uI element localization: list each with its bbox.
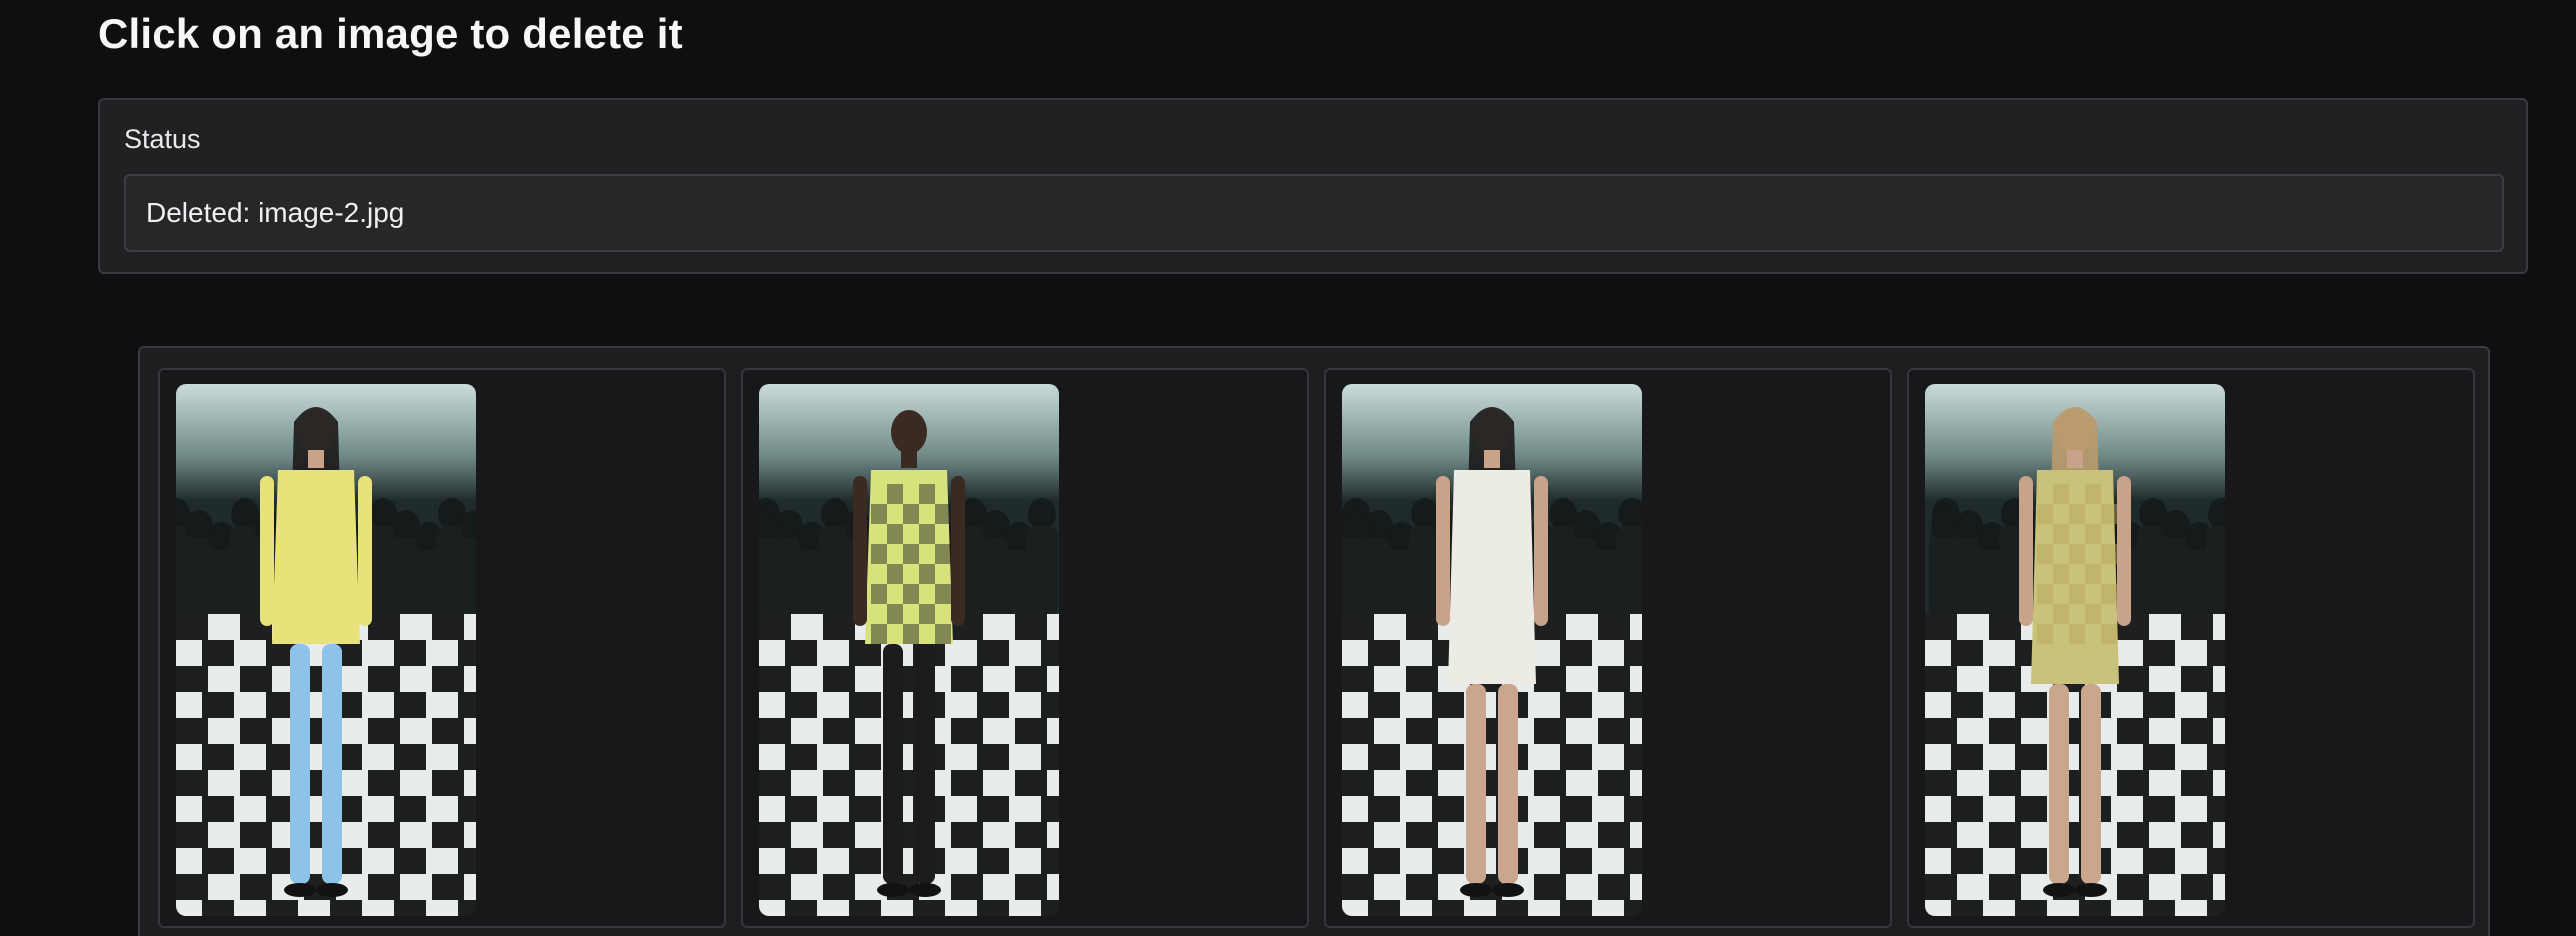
page-title: Click on an image to delete it xyxy=(98,10,683,57)
runway-photo-4 xyxy=(1925,384,2225,916)
gallery-image-1[interactable] xyxy=(176,384,476,916)
runway-photo-3 xyxy=(1342,384,1642,916)
gallery-image-2[interactable] xyxy=(759,384,1059,916)
status-panel: Status Deleted: image-2.jpg xyxy=(98,98,2528,274)
gallery-image-3[interactable] xyxy=(1342,384,1642,916)
gallery-item-3[interactable] xyxy=(1324,368,1892,928)
status-textbox[interactable]: Deleted: image-2.jpg xyxy=(124,174,2504,252)
runway-photo-2 xyxy=(759,384,1059,916)
app-page: Click on an image to delete it Status De… xyxy=(0,0,2576,936)
gallery-image-4[interactable] xyxy=(1925,384,2225,916)
runway-photo-1 xyxy=(176,384,476,916)
image-gallery xyxy=(138,346,2490,936)
status-value: Deleted: image-2.jpg xyxy=(146,197,405,228)
gallery-item-2[interactable] xyxy=(741,368,1309,928)
status-label: Status xyxy=(124,124,201,154)
gallery-item-4[interactable] xyxy=(1907,368,2475,928)
gallery-item-1[interactable] xyxy=(158,368,726,928)
